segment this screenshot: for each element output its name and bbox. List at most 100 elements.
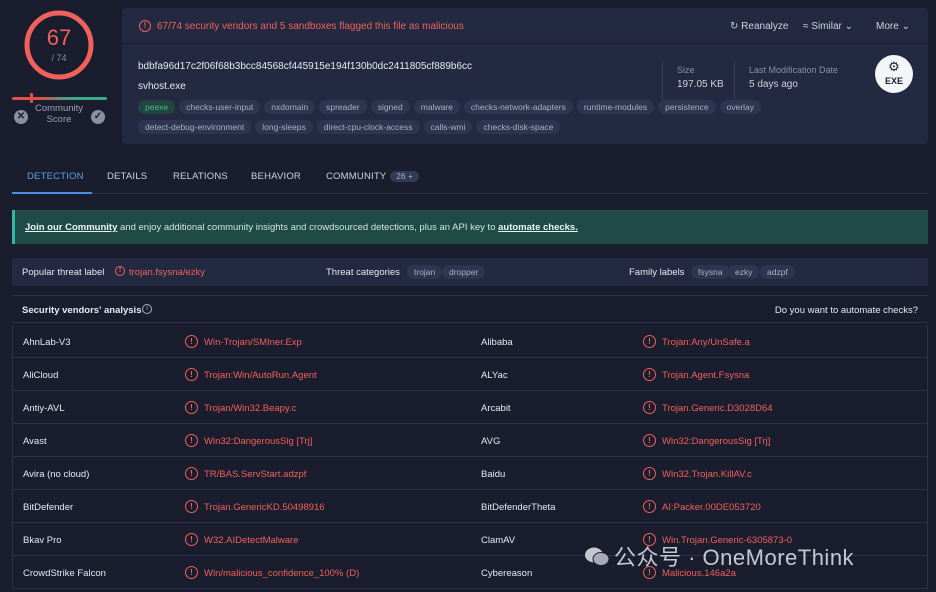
tab-community[interactable]: COMMUNITY 26 +	[326, 171, 419, 182]
file-tag[interactable]: peexe	[138, 100, 176, 114]
file-tag[interactable]: nxdomain	[264, 100, 316, 114]
table-row: AliCloud ! Trojan:Win/AutoRun.Agent ALYa…	[13, 358, 927, 391]
divider	[662, 62, 663, 100]
family-label-chip[interactable]: fsysna	[691, 265, 730, 279]
similar-icon: ≈	[803, 21, 809, 32]
alert-icon: !	[643, 368, 656, 381]
alert-icon: !	[185, 566, 198, 579]
vendor-result: Win32:DangerousSig [Trj]	[204, 436, 313, 447]
file-tag[interactable]: calls-wmi	[423, 120, 473, 134]
size-label: Size	[677, 65, 695, 75]
vendor-result: Trojan.Agent.Fsysna	[662, 370, 750, 381]
tab-behavior[interactable]: BEHAVIOR	[251, 171, 301, 182]
similar-button[interactable]: ≈ Similar ⌄	[803, 21, 853, 32]
vendor-result: Trojan/Win32.Beapy.c	[204, 403, 297, 414]
detection-total: / 74	[51, 53, 67, 63]
more-button[interactable]: More ⌄	[876, 21, 910, 32]
file-tag[interactable]: persistence	[658, 100, 716, 114]
detection-count: 67	[46, 25, 72, 50]
community-score-label: Community Score	[34, 103, 84, 125]
vendor-result: AI:Packer.00DE053720	[662, 502, 761, 513]
vendor-result: Win32.Trojan.KillAV.c	[662, 469, 752, 480]
family-label-chip[interactable]: adzpf	[760, 265, 795, 279]
popular-threat-label: Popular threat label	[22, 267, 105, 278]
vendors-analysis-title: Security vendors' analysis	[22, 305, 142, 316]
file-tag[interactable]: checks-disk-space	[476, 120, 561, 134]
reanalyze-button[interactable]: ↻ Reanalyze	[730, 21, 788, 32]
family-label-chip[interactable]: ezky	[728, 265, 760, 279]
table-row: Avast ! Win32:DangerousSig [Trj] AVG ! W…	[13, 424, 927, 457]
vendor-result: Win-Trojan/SMIner.Exp	[204, 337, 302, 348]
detection-score-ring: 67 / 74	[22, 8, 96, 82]
vendor-name: Antiy-AVL	[23, 403, 65, 414]
vendor-name: ALYac	[481, 370, 508, 381]
vendor-name: AhnLab-V3	[23, 337, 71, 348]
alert-icon: !	[185, 533, 198, 546]
file-tag[interactable]: checks-network-adapters	[463, 100, 573, 114]
threat-categories-label: Threat categories	[326, 267, 400, 278]
file-tag[interactable]: detect-debug-environment	[138, 120, 252, 134]
alert-icon: !	[185, 434, 198, 447]
alert-icon: !	[185, 500, 198, 513]
file-tag[interactable]: long-sleeps	[255, 120, 313, 134]
tab-detection[interactable]: DETECTION	[27, 171, 84, 182]
alert-icon: !	[115, 266, 125, 276]
community-score-bar	[12, 97, 107, 100]
chevron-down-icon: ⌄	[844, 21, 854, 32]
vendor-name: ClamAV	[481, 535, 516, 546]
file-tag[interactable]: signed	[370, 100, 410, 114]
file-tag[interactable]: direct-cpu-clock-access	[316, 120, 420, 134]
family-labels-label: Family labels	[629, 267, 685, 278]
vendor-result: Trojan:Win/AutoRun.Agent	[204, 370, 317, 381]
threat-summary: Popular threat label ! trojan.fsysna/ezk…	[12, 258, 928, 286]
vendor-name: Arcabit	[481, 403, 511, 414]
tab-details[interactable]: DETAILS	[107, 171, 147, 182]
file-tag[interactable]: overlay	[719, 100, 762, 114]
alert-icon: !	[185, 401, 198, 414]
join-community-link[interactable]: Join our Community	[25, 222, 117, 233]
vendor-name: Bkav Pro	[23, 535, 62, 546]
threat-category-chip[interactable]: dropper	[442, 265, 486, 279]
modified-label: Last Modification Date	[749, 65, 839, 75]
divider	[734, 62, 735, 100]
file-hash[interactable]: bdbfa96d17c2f06f68b3bcc84568cf445915e194…	[138, 61, 472, 72]
community-count-badge: 26 +	[390, 171, 419, 182]
community-banner: Join our Community and enjoy additional …	[12, 210, 928, 244]
vendor-result: Win32:DangerousSig [Trj]	[662, 436, 771, 447]
alert-icon: !	[643, 467, 656, 480]
tab-bar: DETECTION DETAILS RELATIONS BEHAVIOR COM…	[12, 162, 928, 194]
vendor-name: Baidu	[481, 469, 506, 480]
check-icon[interactable]: ✓	[91, 110, 105, 124]
table-row: Avira (no cloud) ! TR/BAS.ServStart.adzp…	[13, 457, 927, 490]
vendor-result: Trojan:Any/UnSafe.a	[662, 337, 750, 348]
wechat-icon	[585, 547, 610, 566]
popular-threat-value[interactable]: trojan.fsysna/ezky	[129, 267, 205, 278]
file-tag[interactable]: checks-user-input	[179, 100, 261, 114]
file-tag[interactable]: spreader	[319, 100, 367, 114]
vendor-result: Trojan.GenericKD.50498916	[204, 502, 325, 513]
tab-relations[interactable]: RELATIONS	[173, 171, 228, 182]
alert-icon: !	[185, 467, 198, 480]
alert-row: ! 67/74 security vendors and 5 sandboxes…	[122, 8, 928, 44]
x-icon[interactable]: ✕	[14, 110, 28, 124]
table-row: AhnLab-V3 ! Win-Trojan/SMIner.Exp Alibab…	[13, 325, 927, 358]
automate-checks-prompt[interactable]: Do you want to automate checks?	[775, 305, 918, 316]
refresh-icon: ↻	[730, 21, 739, 32]
threat-category-chip[interactable]: trojan	[407, 265, 443, 279]
modified-value: 5 days ago	[749, 79, 798, 90]
vendors-analysis-header: Security vendors' analysis i Do you want…	[12, 295, 928, 323]
vendor-name: Avast	[23, 436, 47, 447]
file-tag[interactable]: runtime-modules	[576, 100, 655, 114]
file-summary-card: ! 67/74 security vendors and 5 sandboxes…	[122, 8, 928, 144]
alert-icon: !	[185, 368, 198, 381]
vendor-name: CrowdStrike Falcon	[23, 568, 106, 579]
vendor-name: AVG	[481, 436, 501, 447]
file-tag[interactable]: malware	[413, 100, 460, 114]
info-icon[interactable]: i	[142, 304, 152, 314]
alert-icon: !	[643, 500, 656, 513]
file-name: svhost.exe	[138, 81, 186, 92]
vendor-result: Trojan.Generic.D3028D64	[662, 403, 773, 414]
automate-checks-link[interactable]: automate checks.	[498, 222, 578, 233]
vendor-result: Win/malicious_confidence_100% (D)	[204, 568, 360, 579]
exe-filetype-icon: ⚙ EXE	[875, 55, 913, 93]
